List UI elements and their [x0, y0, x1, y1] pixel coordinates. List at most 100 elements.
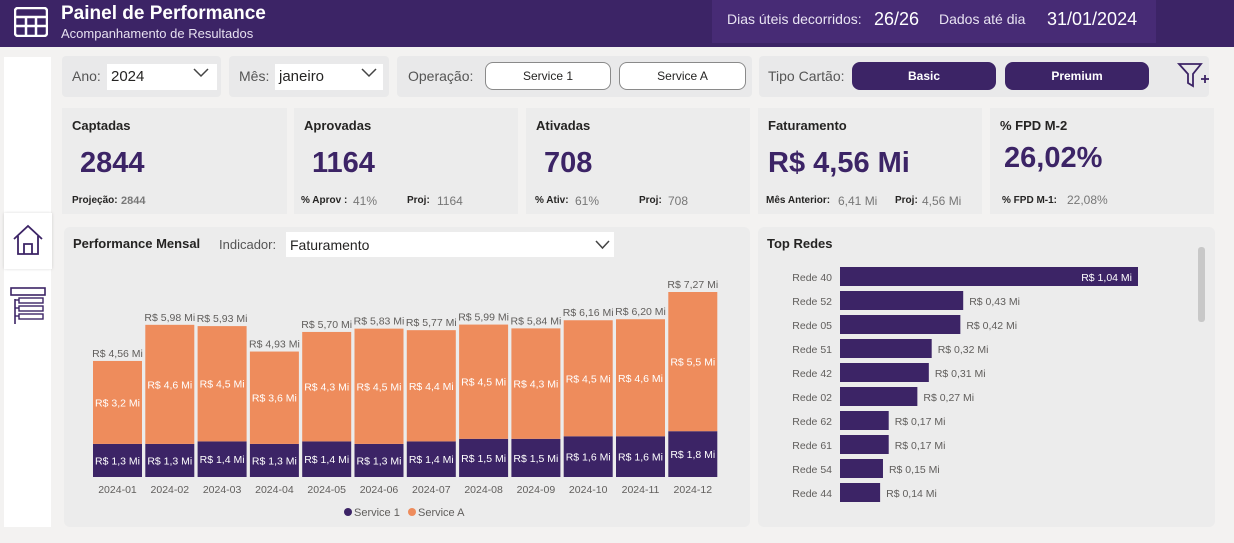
kpi-prev-label: Mês Anterior: [766, 195, 831, 206]
bar-rede[interactable] [840, 363, 929, 382]
data-label-service-a: R$ 3,2 Mi [95, 397, 140, 409]
bar-rede[interactable] [840, 315, 961, 334]
y-tick-label: Rede 42 [792, 368, 832, 380]
table-grid-icon[interactable] [14, 7, 48, 37]
data-label-service-1: R$ 1,5 Mi [513, 453, 558, 465]
data-label-service-1: R$ 1,3 Mi [95, 455, 140, 467]
top-redes-panel: Top Redes Rede 40 R$ 1,04 Mi Rede 52 R$ 0,4… [758, 227, 1215, 527]
data-label-total: R$ 5,93 Mi [197, 313, 248, 325]
x-tick-label: 2024-06 [360, 484, 399, 496]
data-label-service-1: R$ 1,3 Mi [252, 455, 297, 467]
mes-label: Mês: [239, 68, 270, 84]
ano-filter: Ano: 2024 [62, 56, 221, 97]
x-tick-label: 2024-04 [255, 484, 294, 496]
bar-rede[interactable] [840, 411, 889, 430]
performance-mensal-chart: R$ 1,3 Mi R$ 3,2 Mi R$ 4,56 Mi 2024-01 R$ 1,… [92, 279, 718, 519]
tipo-cartao-filter: Tipo Cartão: Basic Premium [759, 56, 1209, 97]
filter-add-icon[interactable] [1176, 61, 1212, 91]
data-label-service-1: R$ 1,4 Mi [409, 454, 454, 466]
y-tick-label: Rede 40 [792, 272, 832, 284]
data-label-service-1: R$ 1,5 Mi [461, 453, 506, 465]
home-icon [13, 224, 43, 255]
top-redes-chart: Rede 40 R$ 1,04 Mi Rede 52 R$ 0,43 Mi Rede 0… [792, 267, 1138, 502]
tipo-premium-button[interactable]: Premium [1005, 62, 1149, 90]
data-label-total: R$ 7,27 Mi [667, 279, 718, 291]
dias-uteis-value: 26/26 [874, 9, 920, 29]
kpi-aprovadas-card: Aprovadas 1164 % Aprov : 41% Proj: 1164 [294, 108, 518, 214]
data-label-total: R$ 5,83 Mi [354, 316, 405, 328]
bar-rede[interactable] [840, 387, 918, 406]
x-tick-label: 2024-11 [622, 484, 660, 496]
legend-marker-service-1 [344, 508, 352, 516]
bar-rede[interactable] [840, 339, 932, 358]
kpi-proj-value: 1164 [437, 194, 463, 208]
chevron-down-icon[interactable] [595, 240, 610, 250]
kpi-title: % FPD M-2 [1000, 118, 1068, 133]
header-bar: Painel de Performance Acompanhamento de … [0, 0, 1234, 47]
data-label-service-a: R$ 4,5 Mi [357, 381, 402, 393]
kpi-title: Captadas [72, 118, 131, 133]
indicador-select[interactable]: Faturamento [286, 232, 614, 257]
data-label-service-a: R$ 4,3 Mi [513, 379, 558, 391]
nav-list-button[interactable] [10, 286, 46, 331]
kpi-proj-value: 4,56 Mi [922, 194, 962, 208]
kpi-title: Aprovadas [304, 118, 372, 133]
kpi-proj-label: Proj: [895, 195, 918, 206]
kpi-faturamento-card: Faturamento R$ 4,56 Mi Mês Anterior: 6,4… [758, 108, 982, 214]
filter-bar: Ano: 2024 Mês: janeiro Operação: Service… [61, 56, 1221, 98]
kpi-proj-value: 2844 [121, 195, 146, 207]
data-label-service-1: R$ 1,3 Mi [147, 455, 192, 467]
kpi-title: Faturamento [768, 118, 847, 133]
data-label: R$ 0,27 Mi [923, 392, 974, 404]
nav-home-button[interactable] [4, 213, 52, 269]
kpi-proj-label: Proj: [407, 195, 430, 206]
dias-uteis-label: Dias úteis decorridos: [727, 11, 862, 27]
y-tick-label: Rede 62 [792, 416, 832, 428]
kpi-rate-label: % Ativ: [535, 195, 569, 206]
data-label-service-a: R$ 5,5 Mi [670, 357, 715, 369]
chevron-down-icon[interactable] [193, 68, 209, 78]
bar-rede[interactable] [840, 459, 883, 478]
data-label-service-a: R$ 4,4 Mi [409, 381, 454, 393]
data-label: R$ 0,31 Mi [935, 368, 986, 380]
data-label-service-a: R$ 4,3 Mi [304, 382, 349, 394]
chevron-down-icon[interactable] [361, 68, 377, 78]
kpi-value: 1164 [312, 147, 375, 179]
x-tick-label: 2024-08 [464, 484, 503, 496]
operacao-service-a-button[interactable]: Service A [619, 62, 746, 90]
data-label-total: R$ 6,16 Mi [563, 307, 614, 319]
operacao-filter: Operação: Service 1 Service A [397, 56, 752, 97]
data-label-service-a: R$ 4,6 Mi [618, 373, 663, 385]
x-tick-label: 2024-07 [412, 484, 451, 496]
dados-ate-value: 31/01/2024 [1047, 9, 1138, 29]
tipo-basic-button[interactable]: Basic [852, 62, 996, 90]
y-tick-label: Rede 44 [792, 488, 832, 500]
kpi-value: 2844 [80, 147, 145, 179]
kpi-prev-value: 22,08% [1067, 193, 1108, 207]
bar-rede[interactable] [840, 435, 889, 454]
data-label-total: R$ 6,20 Mi [615, 306, 666, 318]
panel-title: Top Redes [767, 236, 833, 251]
data-label-service-a: R$ 3,6 Mi [252, 393, 297, 405]
x-tick-label: 2024-12 [674, 484, 713, 496]
scrollbar[interactable] [1198, 247, 1205, 322]
operacao-service-1-button[interactable]: Service 1 [485, 62, 611, 90]
kpi-rate-value: 61% [575, 194, 600, 208]
data-label-total: R$ 4,56 Mi [92, 348, 143, 360]
x-tick-label: 2024-01 [98, 484, 137, 496]
bar-rede[interactable] [840, 291, 964, 310]
data-label-service-1: R$ 1,4 Mi [200, 454, 245, 466]
x-tick-label: 2024-03 [203, 484, 242, 496]
data-label: R$ 0,15 Mi [889, 464, 940, 476]
dados-ate-label: Dados até dia [939, 11, 1026, 27]
kpi-prev-value: 6,41 Mi [838, 194, 878, 208]
data-label-total: R$ 5,99 Mi [458, 312, 509, 324]
x-tick-label: 2024-05 [307, 484, 346, 496]
data-label-total: R$ 5,70 Mi [301, 319, 352, 331]
y-tick-label: Rede 02 [792, 392, 832, 404]
bar-rede[interactable] [840, 483, 881, 502]
y-tick-label: Rede 52 [792, 296, 832, 308]
kpi-value: 26,02% [1004, 142, 1103, 174]
kpi-fpd-card: % FPD M-2 26,02% % FPD M-1: 22,08% [990, 108, 1214, 214]
list-icon [10, 287, 46, 324]
